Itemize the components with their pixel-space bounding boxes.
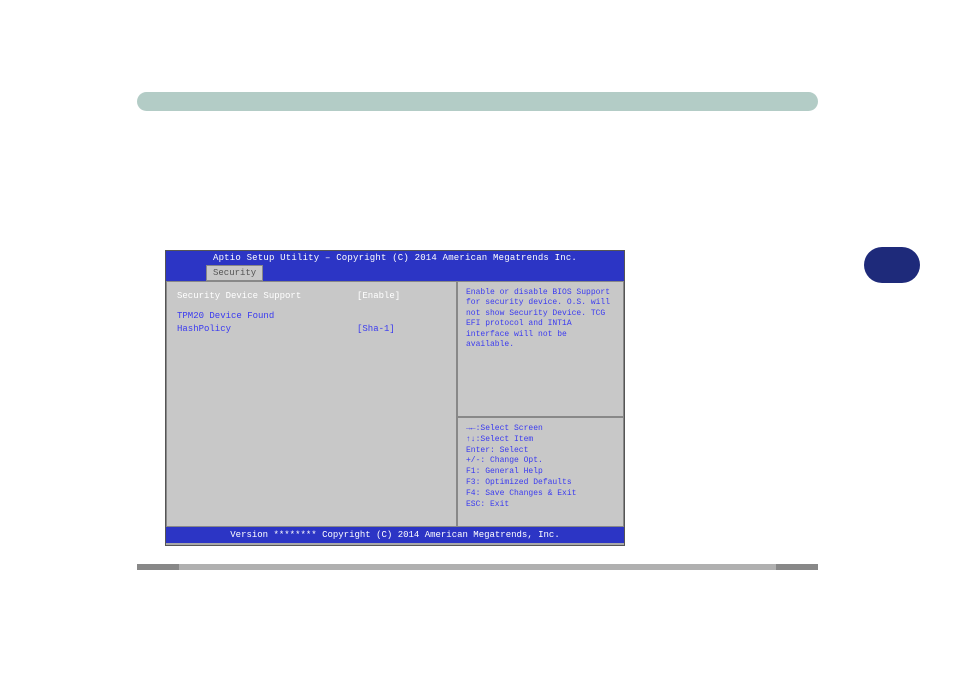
tab-security[interactable]: Security	[206, 265, 263, 281]
bios-title: Aptio Setup Utility – Copyright (C) 2014…	[166, 251, 624, 265]
key-hint: ESC: Exit	[466, 500, 615, 511]
bios-right-column: Enable or disable BIOS Support for secur…	[457, 281, 624, 527]
teal-header-bar	[137, 92, 818, 111]
setting-security-device-support[interactable]: Security Device Support [Enable]	[177, 290, 446, 304]
bios-key-hints: →←:Select Screen ↑↓:Select Item Enter: S…	[457, 417, 624, 527]
bios-body: Security Device Support [Enable] TPM20 D…	[166, 281, 624, 527]
bios-help-text: Enable or disable BIOS Support for secur…	[457, 281, 624, 417]
bottom-divider-bar	[137, 564, 818, 570]
setting-hashpolicy[interactable]: HashPolicy [Sha-1]	[177, 323, 446, 337]
bios-window: Aptio Setup Utility – Copyright (C) 2014…	[165, 250, 625, 546]
navy-side-pill	[864, 247, 920, 283]
key-hint: F4: Save Changes & Exit	[466, 489, 615, 500]
setting-label: TPM20 Device Found	[177, 310, 357, 324]
key-hint: F3: Optimized Defaults	[466, 478, 615, 489]
setting-label: HashPolicy	[177, 323, 357, 337]
bios-footer: Version ******** Copyright (C) 2014 Amer…	[166, 527, 624, 543]
key-hint: F1: General Help	[466, 467, 615, 478]
key-hint: Enter: Select	[466, 446, 615, 457]
setting-value: [Sha-1]	[357, 323, 395, 337]
key-hint: →←:Select Screen	[466, 424, 615, 435]
setting-tpm-device: TPM20 Device Found	[177, 310, 446, 324]
setting-value: [Enable]	[357, 290, 400, 304]
bios-settings-pane: Security Device Support [Enable] TPM20 D…	[166, 281, 457, 527]
key-hint: ↑↓:Select Item	[466, 435, 615, 446]
bios-tabbar: Security	[166, 265, 624, 281]
key-hint: +/-: Change Opt.	[466, 456, 615, 467]
setting-label: Security Device Support	[177, 290, 357, 304]
